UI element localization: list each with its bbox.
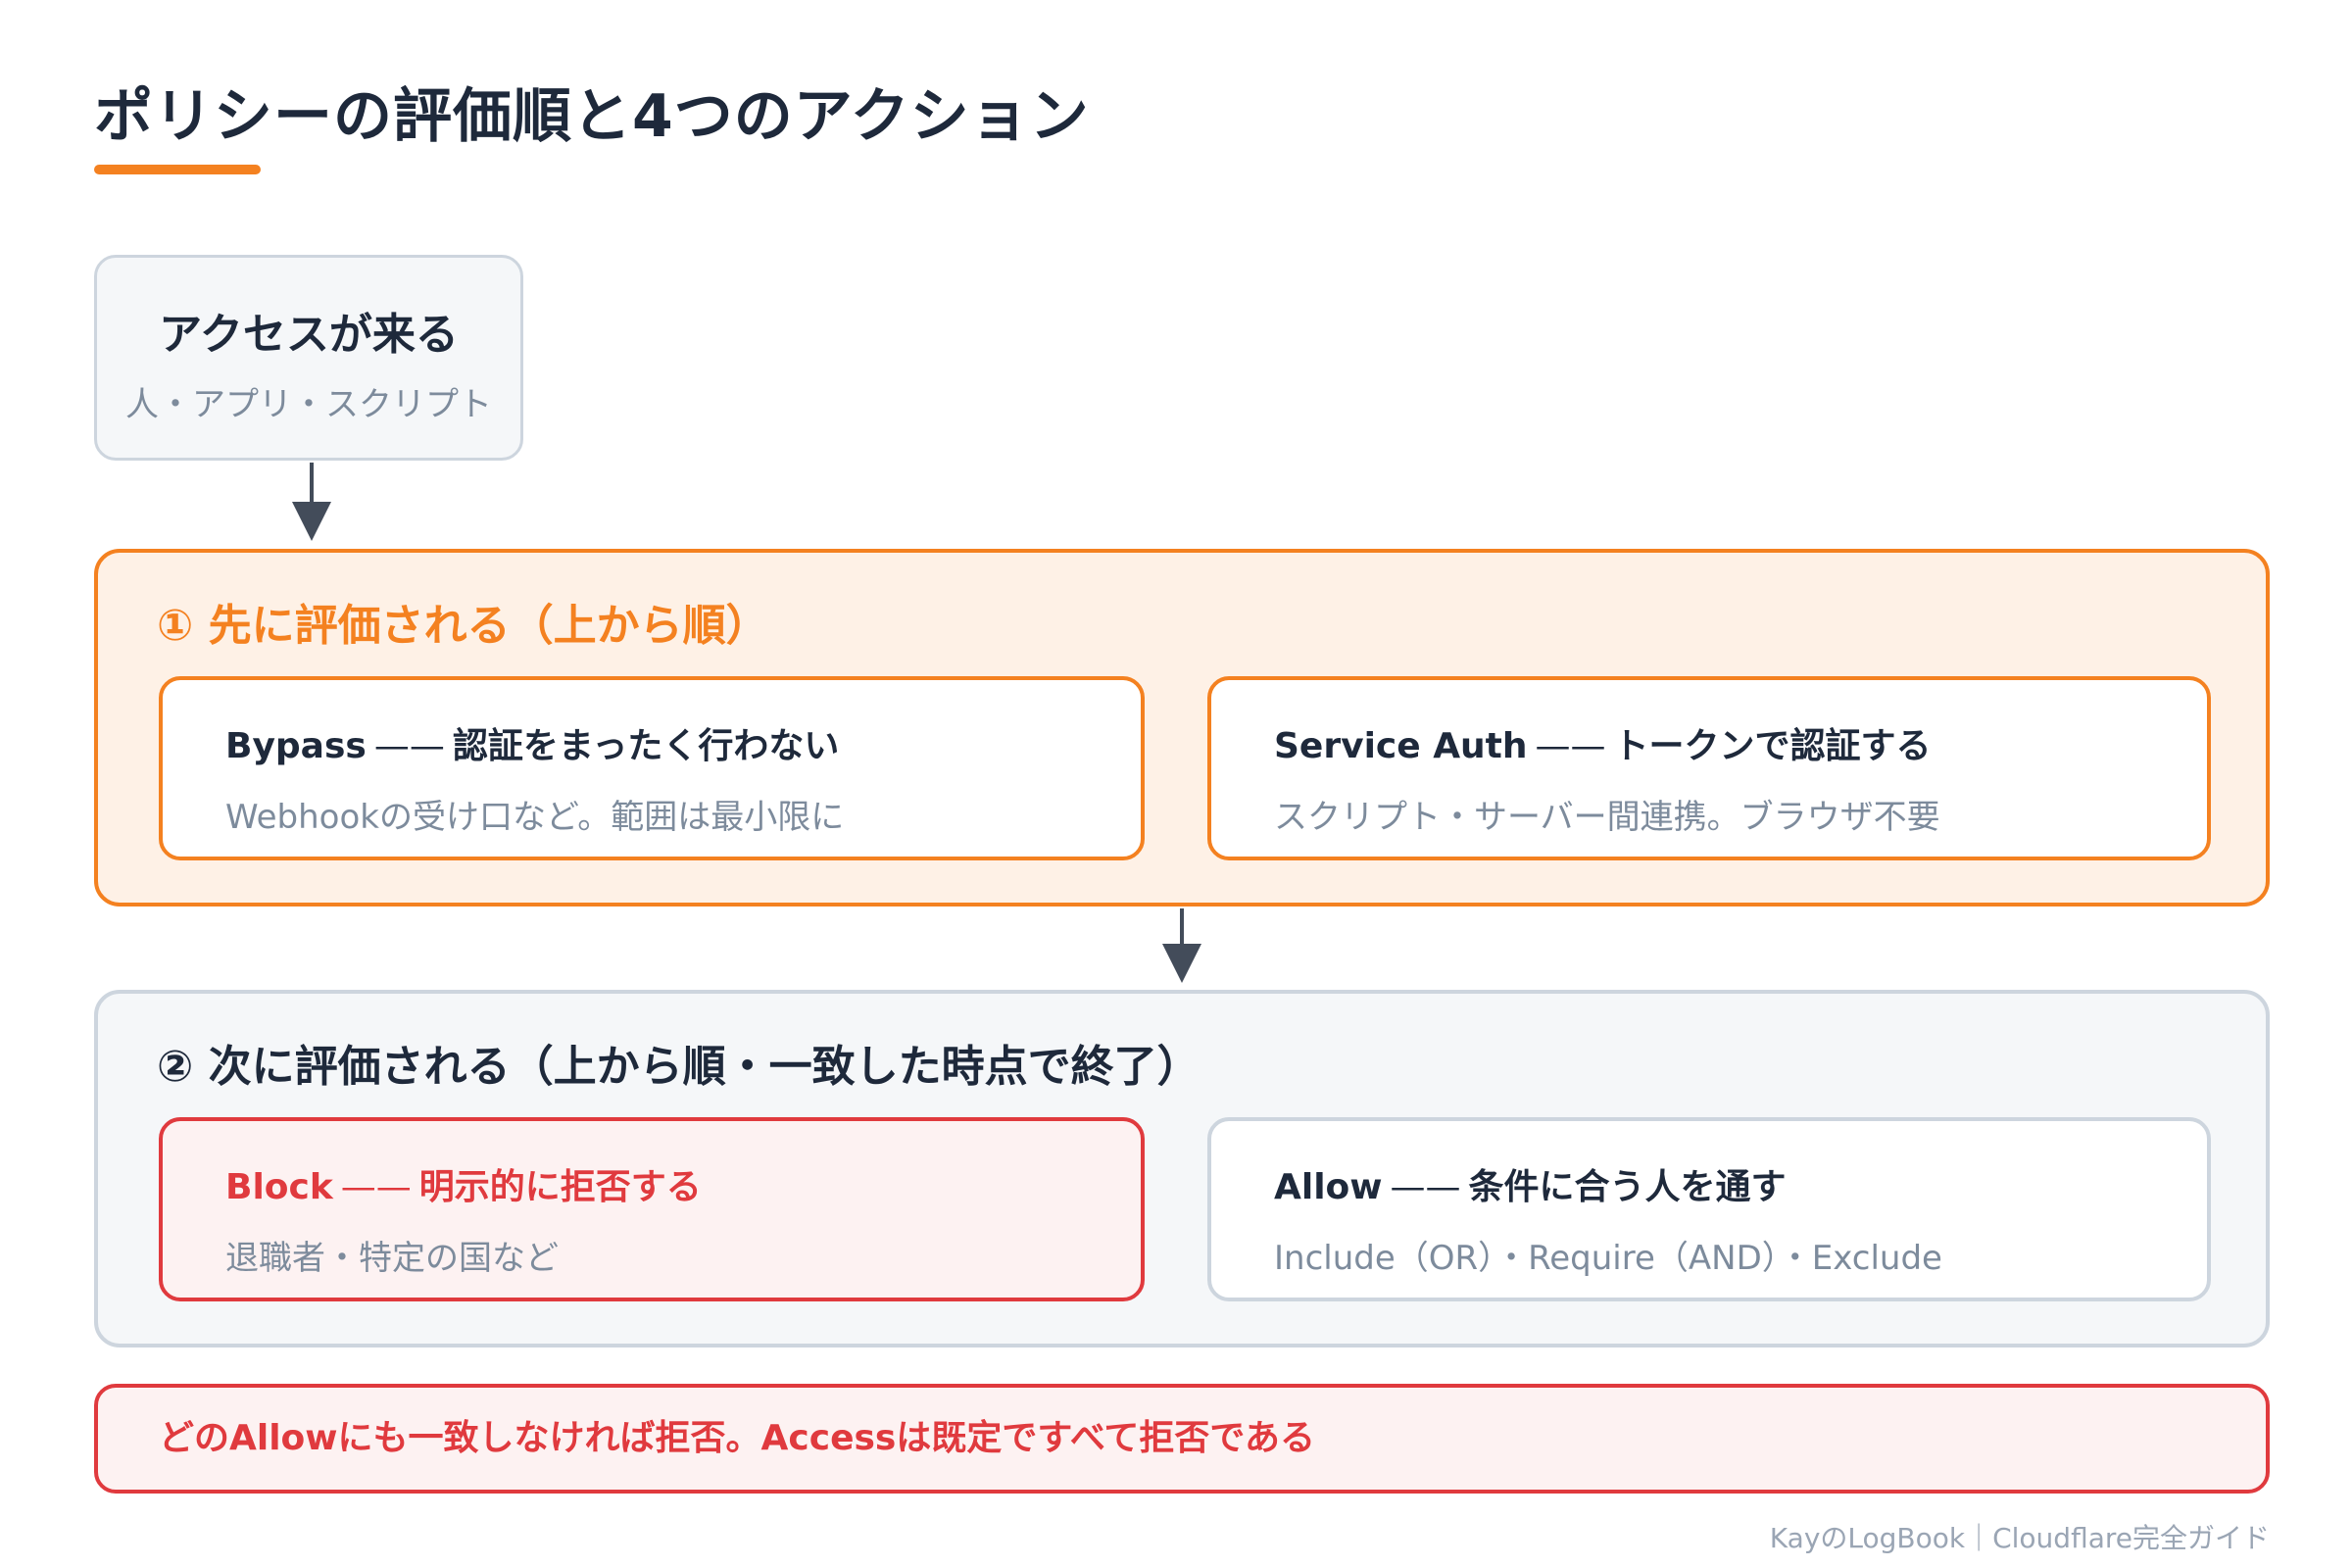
service-auth-card-title: Service Auth —— トークンで認証する (1274, 717, 2207, 768)
page-title: ポリシーの評価順と4つのアクション (94, 82, 1090, 151)
arrow-down-icon (292, 463, 331, 541)
block-label: Block (225, 1167, 333, 1207)
allow-description: Include（OR）・Require（AND）・Exclude (1274, 1239, 1942, 1278)
allow-card-title: Allow —— 条件に合う人を通す (1274, 1158, 2207, 1209)
allow-heading: 条件に合う人を通す (1468, 1167, 1787, 1207)
bypass-dash: —— (373, 726, 445, 766)
access-arrives-subtitle: 人・アプリ・スクリプト (125, 385, 492, 424)
service-auth-dash: —— (1535, 726, 1606, 766)
group-evaluated-next: ② 次に評価される（上から順・一致した時点で終了） Block —— 明示的に拒否す… (94, 990, 2270, 1348)
title-underline (94, 165, 261, 174)
arrow-down-icon (1162, 908, 1201, 983)
service-auth-heading: トークンで認証する (1613, 726, 1932, 766)
allow-label: Allow (1274, 1167, 1383, 1207)
bypass-card-title: Bypass —— 認証をまったく行わない (225, 717, 1141, 768)
default-deny-note: どのAllowにも一致しなければ拒否。Accessは既定ですべて拒否である (94, 1384, 2270, 1494)
block-card: Block —— 明示的に拒否する 退職者・特定の国など (159, 1117, 1145, 1301)
group-evaluated-next-title: ② 次に評価される（上から順・一致した時点で終了） (157, 1042, 1200, 1092)
bypass-label: Bypass (225, 726, 367, 766)
block-description: 退職者・特定の国など (225, 1239, 559, 1278)
block-heading: 明示的に拒否する (418, 1167, 702, 1207)
service-auth-card: Service Auth —— トークンで認証する スクリプト・サーバー間連携。ブラ… (1207, 676, 2211, 860)
access-arrives-title: アクセスが来る (159, 310, 459, 360)
group-evaluated-first-title: ① 先に評価される（上から順） (157, 601, 769, 651)
access-arrives-box: アクセスが来る 人・アプリ・スクリプト (94, 255, 523, 461)
group-evaluated-first: ① 先に評価される（上から順） Bypass —— 認証をまったく行わない Webh… (94, 549, 2270, 906)
block-card-title: Block —— 明示的に拒否する (225, 1158, 1141, 1209)
service-auth-label: Service Auth (1274, 726, 1528, 766)
bypass-card: Bypass —— 認証をまったく行わない Webhookの受け口など。範囲は最小限… (159, 676, 1145, 860)
footer-credit: KayのLogBook｜Cloudflare完全ガイド (1769, 1522, 2270, 1554)
allow-dash: —— (1390, 1167, 1461, 1207)
allow-card: Allow —— 条件に合う人を通す Include（OR）・Require（AND… (1207, 1117, 2211, 1301)
block-dash: —— (340, 1167, 412, 1207)
bypass-description: Webhookの受け口など。範囲は最小限に (225, 798, 845, 837)
bypass-heading: 認証をまったく行わない (452, 726, 840, 766)
service-auth-description: スクリプト・サーバー間連携。ブラウザ不要 (1274, 798, 1940, 837)
